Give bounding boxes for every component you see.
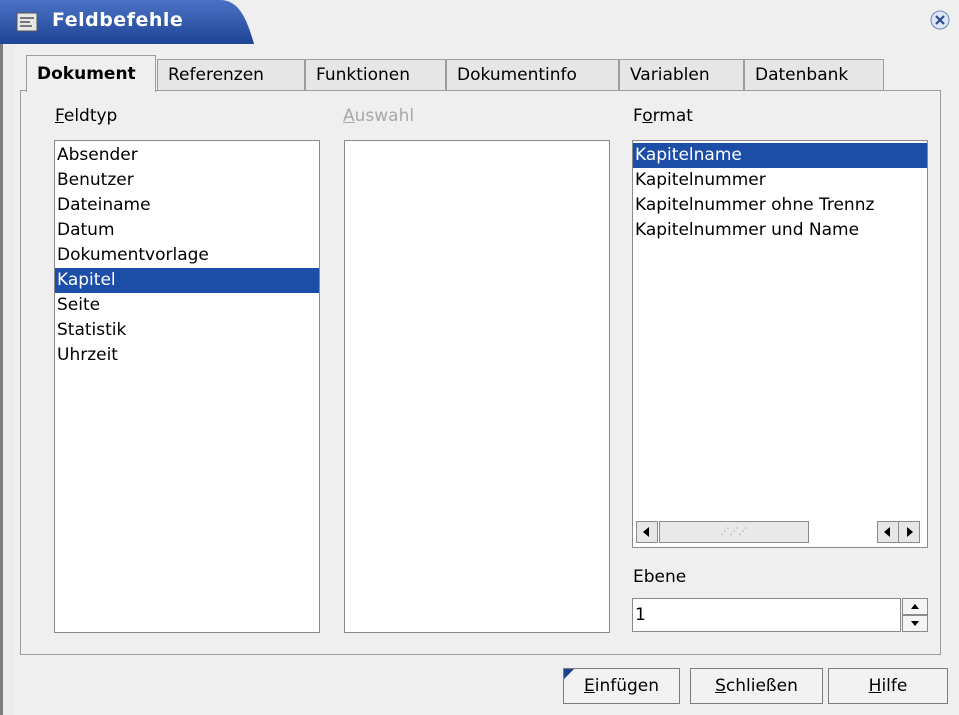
ebene-spinfield[interactable]: 1 [632,598,901,632]
title-bar[interactable]: Feldbefehle [0,0,959,44]
format-label-part2: rmat [652,106,693,126]
list-item[interactable]: Kapitelnummer [633,168,927,193]
insert-label-rest: infügen [594,676,660,696]
auswahl-label-rest: uswahl [354,106,415,126]
help-button[interactable]: Hilfe [828,668,948,704]
feldtyp-label: Feldtyp [55,106,117,126]
tab-funktionen[interactable]: Funktionen [305,59,446,91]
close-icon[interactable] [929,9,951,31]
list-item[interactable]: Statistik [55,318,319,343]
tab-datenbank[interactable]: Datenbank [744,59,884,91]
close-button[interactable]: Schließen [690,668,823,704]
spin-up-icon[interactable] [902,598,928,615]
list-item[interactable]: Kapitelnummer ohne Trennz [633,193,927,218]
tab-dokument[interactable]: Dokument [26,55,156,92]
help-mnemonic: H [868,676,882,696]
list-item[interactable]: Datum [55,218,319,243]
spin-down-icon[interactable] [902,615,928,632]
format-mnemonic: o [642,106,653,126]
feldtyp-mnemonic: F [55,106,64,126]
insert-mnemonic: E [583,676,595,696]
list-item[interactable]: Kapitelnummer und Name [633,218,927,243]
feldtyp-listbox[interactable]: Absender Benutzer Dateiname Datum Dokumentvo… [54,140,320,633]
close-mnemonic: S [715,676,726,696]
scroll-right-icon[interactable] [898,521,920,543]
tab-referenzen[interactable]: Referenzen [157,59,305,91]
format-listbox[interactable]: Kapitelname Kapitelnummer Kapitelnummer oh… [632,140,928,548]
auswahl-listbox[interactable] [344,140,610,633]
ebene-label: Ebene [633,567,687,587]
close-label-rest: chließen [725,676,798,696]
tab-dokumentinfo[interactable]: Dokumentinfo [446,59,619,91]
window-frame-border [0,44,3,715]
list-item[interactable]: Dateiname [55,193,319,218]
list-item[interactable]: Absender [55,143,319,168]
auswahl-mnemonic: A [343,106,355,126]
insert-button[interactable]: Einfügen [563,668,680,704]
window-icon [16,12,38,32]
list-item[interactable]: Kapitel [55,268,319,293]
window-title: Feldbefehle [52,9,184,31]
format-label-part1: F [633,106,643,126]
format-label: Format [633,106,693,126]
scroll-thumb[interactable]: ⋰⋰⋰ [659,521,809,543]
list-item[interactable]: Kapitelname [633,143,927,168]
list-item[interactable]: Benutzer [55,168,319,193]
tab-variablen[interactable]: Variablen [619,59,744,91]
auswahl-label: Auswahl [343,106,414,126]
list-item[interactable]: Seite [55,293,319,318]
list-item[interactable]: Uhrzeit [55,343,319,368]
field-commands-dialog: Feldbefehle Dokument Referenzen Funktion… [0,0,959,715]
scroll-left-icon[interactable] [636,521,658,543]
help-label-rest: ilfe [881,676,908,696]
default-button-marker-icon [564,669,574,679]
list-item[interactable]: Dokumentvorlage [55,243,319,268]
scroll-left-icon[interactable] [877,521,899,543]
feldtyp-label-rest: eldtyp [63,106,118,126]
format-hscrollbar[interactable]: ⋰⋰⋰ [636,521,920,544]
